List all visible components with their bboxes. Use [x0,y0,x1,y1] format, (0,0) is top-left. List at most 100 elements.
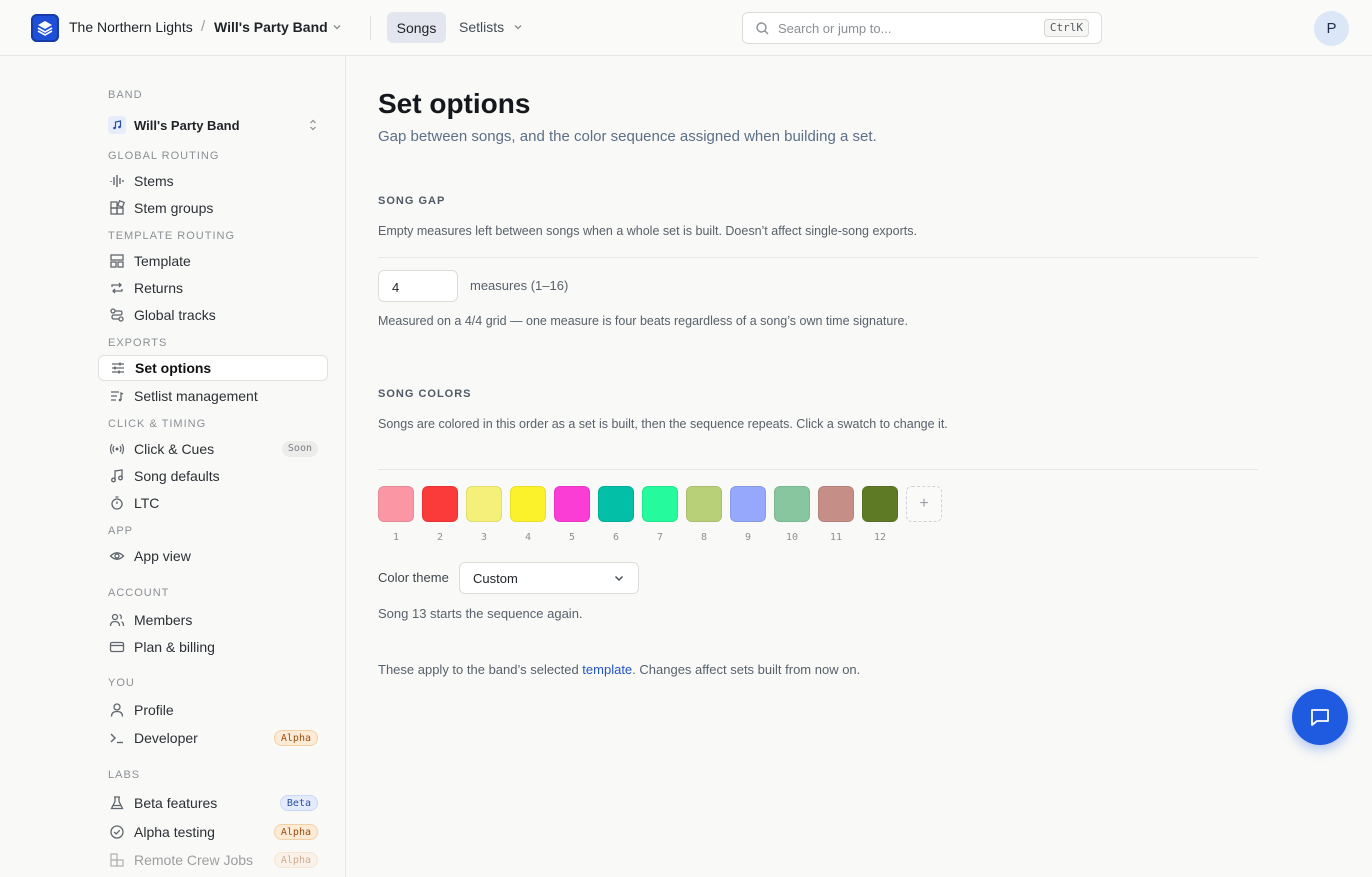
sidebar-item-song-defaults[interactable]: Song defaults [98,463,328,489]
divider [378,257,1258,258]
layout-icon [108,252,126,270]
sidebar-item-global-tracks[interactable]: Global tracks [98,302,328,328]
swatch-number: 10 [785,532,799,543]
color-theme-select[interactable]: Custom [459,562,639,594]
sidebar-item-alpha-testing[interactable]: Alpha testing Alpha [98,819,328,845]
tab-songs[interactable]: Songs [387,12,446,43]
sidebar-item-label: Developer [134,730,198,746]
color-swatch[interactable] [818,486,854,522]
add-swatch-button[interactable]: + [906,486,942,522]
search-input[interactable]: Search or jump to... CtrlK [742,12,1102,44]
sidebar-item-label: Remote Crew Jobs [134,852,254,868]
divider [378,469,1258,470]
chevron-down-icon[interactable] [331,21,343,33]
soon-badge: Soon [281,441,318,457]
repeat-note: Song 13 starts the sequence again. [378,606,583,621]
color-swatch[interactable] [378,486,414,522]
color-swatch[interactable] [642,486,678,522]
section-you: YOU [108,677,135,689]
broadcast-icon [108,440,126,458]
color-swatch[interactable] [510,486,546,522]
sidebar-item-app-view[interactable]: App view [98,543,328,569]
sidebar-item-click-cues[interactable]: Click & Cues Soon [98,436,328,462]
song-gap-heading: SONG GAP [378,195,446,207]
sidebar-item-stems[interactable]: Stems [98,168,328,194]
song-colors-description: Songs are colored in this order as a set… [378,417,948,431]
sidebar-item-returns[interactable]: Returns [98,275,328,301]
chevron-down-icon[interactable] [512,21,524,33]
sidebar-item-label: Members [134,612,193,628]
repeat-icon [108,279,126,297]
sidebar-item-template[interactable]: Template [98,248,328,274]
sidebar-item-label: Returns [134,280,184,296]
band-switcher[interactable]: Will's Party Band [214,19,328,35]
color-swatch[interactable] [774,486,810,522]
color-theme-value: Custom [473,571,518,586]
color-swatch[interactable] [730,486,766,522]
song-gap-description: Empty measures left between songs when a… [378,224,917,238]
route-icon [108,306,126,324]
band-select-label: Will's Party Band [134,117,240,133]
sidebar-item-label: App view [134,548,191,564]
search-placeholder: Search or jump to... [778,21,892,36]
sidebar-item-label: Alpha testing [134,824,215,840]
main-content: Set options Gap between songs, and the c… [346,56,1372,877]
sidebar-item-label: Stems [134,173,174,189]
color-swatch[interactable] [686,486,722,522]
swatch-number: 7 [656,532,664,543]
sidebar-item-ltc[interactable]: LTC [98,490,328,516]
sidebar-item-profile[interactable]: Profile [98,697,328,723]
grid-icon [108,851,126,869]
sidebar-item-remote-crew-jobs[interactable]: Remote Crew Jobs Alpha [98,847,328,873]
swatch-number: 5 [568,532,576,543]
list-music-icon [108,387,126,405]
user-icon [108,701,126,719]
timer-icon [108,494,126,512]
avatar[interactable]: P [1314,11,1349,46]
band-select[interactable]: Will's Party Band [98,112,328,138]
color-swatch[interactable] [862,486,898,522]
tab-setlists[interactable]: Setlists [459,19,504,35]
swatch-number: 2 [436,532,444,543]
sidebar-item-beta-features[interactable]: Beta features Beta [98,790,328,816]
swatch-number: 11 [829,532,843,543]
credit-card-icon [108,638,126,656]
chat-button[interactable] [1292,689,1348,745]
sidebar-item-set-options[interactable]: Set options [98,355,328,381]
color-swatch[interactable] [598,486,634,522]
color-swatch[interactable] [466,486,502,522]
sidebar-item-members[interactable]: Members [98,607,328,633]
check-circle-icon [108,823,126,841]
section-exports: EXPORTS [108,337,168,349]
org-name-link[interactable]: The Northern Lights [69,19,193,35]
beta-badge: Beta [279,795,318,811]
color-swatch[interactable] [554,486,590,522]
waveform-icon [108,172,126,190]
footer-note: These apply to the band’s selected templ… [378,662,860,677]
sidebar-item-label: LTC [134,495,160,511]
layers-icon [37,21,53,36]
sidebar-item-label: Song defaults [134,468,220,484]
terminal-icon [108,729,126,747]
users-icon [108,611,126,629]
section-template-routing: TEMPLATE ROUTING [108,230,236,242]
sidebar-item-developer[interactable]: Developer Alpha [98,725,328,751]
section-account: ACCOUNT [108,587,170,599]
sidebar-item-label: Plan & billing [134,639,215,655]
section-global-routing: GLOBAL ROUTING [108,150,220,162]
top-bar: The Northern Lights / Will's Party Band … [0,0,1372,56]
swatch-number: 1 [392,532,400,543]
sidebar-item-stem-groups[interactable]: Stem groups [98,195,328,221]
sidebar-item-plan-billing[interactable]: Plan & billing [98,634,328,660]
grid-icon [108,199,126,217]
alpha-badge: Alpha [273,730,318,746]
keyboard-shortcut: CtrlK [1043,19,1089,37]
color-swatch[interactable] [422,486,458,522]
song-gap-input[interactable]: 4 [378,270,458,302]
eye-icon [108,547,126,565]
sidebar-item-label: Stem groups [134,200,214,216]
swatch-number: 12 [873,532,887,543]
template-link[interactable]: template [582,662,632,677]
app-logo[interactable] [31,14,59,42]
sidebar-item-setlist-management[interactable]: Setlist management [98,383,328,409]
